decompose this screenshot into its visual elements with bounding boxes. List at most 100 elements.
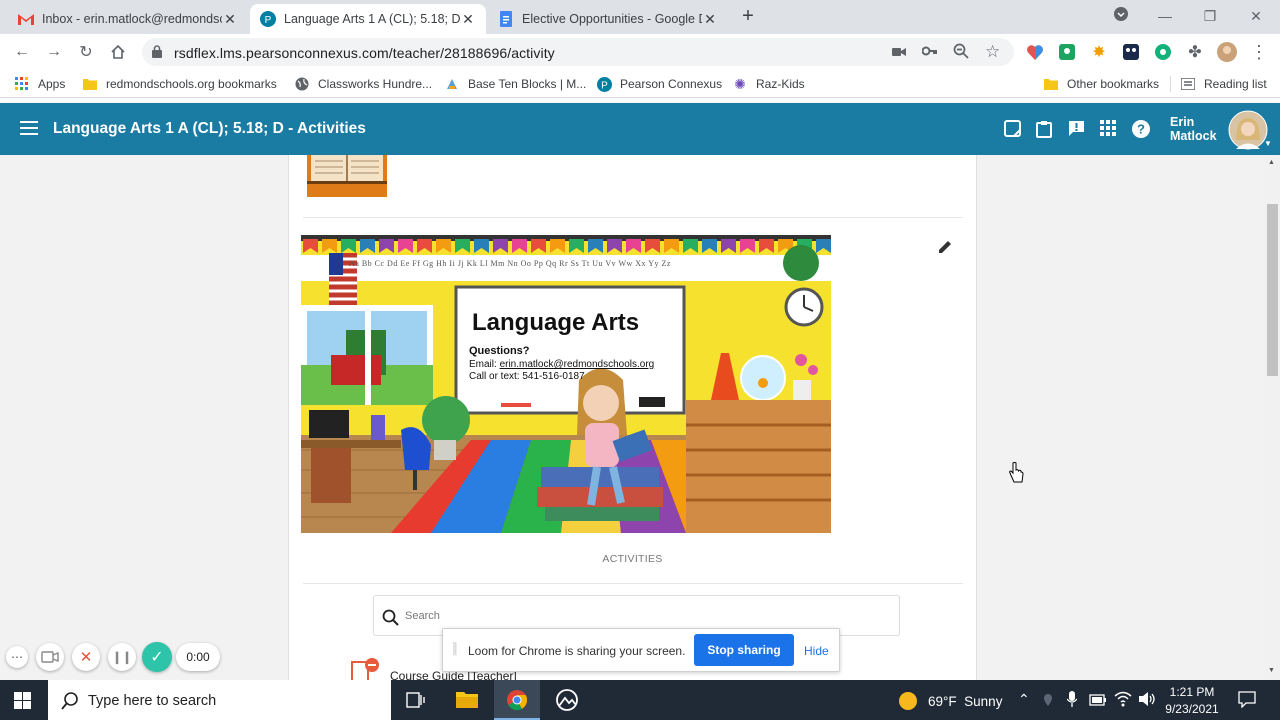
close-tab-icon[interactable]: ✕ <box>702 11 718 28</box>
bookmark-label: Pearson Connexus <box>620 77 723 91</box>
bookmark-raz-kids[interactable]: ✺ Raz-Kids <box>732 76 805 92</box>
chevron-down-icon[interactable]: ▼ <box>1264 139 1272 148</box>
taskbar-search-input[interactable]: Type here to search <box>48 680 391 720</box>
new-tab-button[interactable]: + <box>738 6 758 26</box>
edit-pencil-icon[interactable] <box>937 239 953 260</box>
extension-classroom-icon[interactable] <box>1057 42 1077 62</box>
notifications-icon[interactable] <box>1238 691 1256 713</box>
gmail-icon <box>18 11 34 27</box>
divider <box>303 217 963 218</box>
microphone-icon[interactable] <box>1066 691 1078 712</box>
minimize-button[interactable]: — <box>1155 6 1175 26</box>
extension-party-icon[interactable]: ✸ <box>1089 42 1109 62</box>
course-card: Aa Bb Cc Dd Ee Ff Gg Hh Ii Jj Kk Ll Mm N… <box>288 155 977 680</box>
help-icon[interactable]: ? <box>1132 120 1150 138</box>
close-tab-icon[interactable]: ✕ <box>460 11 476 28</box>
bookmark-label: redmondschools.org bookmarks <box>106 77 277 91</box>
divider <box>303 583 963 584</box>
apps-grid-icon <box>14 76 30 92</box>
bookmark-base-ten-blocks[interactable]: Base Ten Blocks | M... <box>444 76 586 92</box>
extension-chat-icon[interactable] <box>1153 42 1173 62</box>
stop-sharing-button[interactable]: Stop sharing <box>694 634 794 666</box>
chrome-menu-icon[interactable]: ⋮ <box>1249 42 1269 62</box>
zoom-icon[interactable] <box>953 43 969 64</box>
windows-taskbar: Type here to search 69°F Sunny ⌃ 1:21 PM… <box>0 680 1280 720</box>
loom-finish-button[interactable]: ✓ <box>142 642 172 672</box>
page-scrollbar[interactable]: ▲ ▼ <box>1265 155 1280 680</box>
chrome-icon <box>507 690 527 710</box>
loom-delete-button[interactable]: ✕ <box>72 643 100 671</box>
email-label: Email: <box>469 359 500 370</box>
hand-cursor-icon <box>1008 462 1024 489</box>
scroll-up-arrow-icon[interactable]: ▲ <box>1268 159 1275 166</box>
reading-list-icon <box>1180 76 1196 92</box>
user-last-name: Matlock <box>1170 129 1217 143</box>
svg-text:P: P <box>601 80 608 91</box>
wifi-icon[interactable] <box>1114 691 1132 712</box>
user-name[interactable]: Erin Matlock <box>1170 115 1217 143</box>
chrome-taskbar-button[interactable] <box>494 680 540 720</box>
forward-icon[interactable]: → <box>44 42 64 62</box>
search-icon <box>382 609 400 632</box>
bookmarks-bar: Apps redmondschools.org bookmarks Classw… <box>0 70 1280 98</box>
extensions-puzzle-icon[interactable]: ✤ <box>1185 42 1205 62</box>
camera-icon[interactable] <box>892 45 906 63</box>
profile-avatar[interactable] <box>1217 42 1237 62</box>
notes-icon[interactable] <box>1004 120 1022 138</box>
home-icon[interactable] <box>108 42 128 62</box>
screen-share-bar: ║ Loom for Chrome is sharing your screen… <box>442 628 840 672</box>
bookmark-redmondschools[interactable]: redmondschools.org bookmarks <box>82 76 277 92</box>
tab-language-arts[interactable]: P Language Arts 1 A (CL); 5.18; D - ✕ <box>250 4 486 34</box>
hamburger-menu-icon[interactable] <box>20 121 38 140</box>
photos-app-icon[interactable] <box>555 689 579 716</box>
reload-icon[interactable]: ↻ <box>76 42 96 62</box>
volume-icon[interactable] <box>1138 691 1156 712</box>
tab-inbox[interactable]: Inbox - erin.matlock@redmondsc ✕ <box>8 4 248 34</box>
scrollbar-thumb[interactable] <box>1267 204 1278 376</box>
show-hidden-icons-icon[interactable]: ⌃ <box>1018 691 1030 708</box>
extension-figures-icon[interactable] <box>1121 42 1141 62</box>
close-window-button[interactable]: ✕ <box>1246 6 1266 26</box>
google-docs-icon <box>498 11 514 27</box>
banner-email: Email: erin.matlock@redmondschools.org <box>469 359 654 370</box>
weather-sun-icon[interactable] <box>898 691 918 716</box>
windows-start-icon[interactable] <box>14 692 31 714</box>
folder-icon <box>1043 76 1059 92</box>
scroll-down-arrow-icon[interactable]: ▼ <box>1268 667 1275 674</box>
loom-camera-button[interactable] <box>36 643 64 671</box>
bookmark-other[interactable]: Other bookmarks <box>1043 76 1159 92</box>
key-icon[interactable] <box>921 44 938 63</box>
camera-off-icon <box>36 651 64 663</box>
bookmark-star-icon[interactable]: ☆ <box>985 42 1000 62</box>
lock-icon <box>152 45 162 63</box>
back-icon[interactable]: ← <box>12 42 32 62</box>
battery-icon[interactable] <box>1089 693 1107 711</box>
banner-phone: Call or text: 541-516-0187 <box>469 371 585 382</box>
loom-more-button[interactable]: ⋯ <box>6 646 28 668</box>
drag-handle-icon[interactable]: ║ <box>451 643 459 655</box>
email-link[interactable]: erin.matlock@redmondschools.org <box>500 359 655 370</box>
feedback-icon[interactable] <box>1068 120 1086 138</box>
bookmark-label: Classworks Hundre... <box>318 77 433 91</box>
task-view-icon[interactable] <box>406 691 426 714</box>
address-bar[interactable]: rsdflex.lms.pearsonconnexus.com/teacher/… <box>142 38 1014 66</box>
close-tab-icon[interactable]: ✕ <box>222 11 238 28</box>
bookmark-apps[interactable]: Apps <box>14 76 65 92</box>
extension-heart-icon[interactable] <box>1025 42 1045 62</box>
bookmark-pearson-connexus[interactable]: P Pearson Connexus <box>596 76 722 92</box>
loom-pause-button[interactable]: ❙❙ <box>108 643 136 671</box>
tab-search-icon[interactable] <box>1111 6 1131 26</box>
clipboard-icon[interactable] <box>1036 120 1054 138</box>
reading-list-button[interactable]: Reading list <box>1180 76 1267 92</box>
alphabet-strip: Aa Bb Cc Dd Ee Ff Gg Hh Ii Jj Kk Ll Mm N… <box>349 259 671 268</box>
avatar[interactable] <box>1228 110 1268 155</box>
weather-text[interactable]: 69°F Sunny <box>928 694 1002 709</box>
file-explorer-icon[interactable] <box>456 690 478 713</box>
taskbar-search-placeholder: Type here to search <box>88 693 217 709</box>
restore-button[interactable]: ❐ <box>1200 6 1220 26</box>
tab-elective-opportunities[interactable]: Elective Opportunities - Google D ✕ <box>488 4 728 34</box>
hide-button[interactable]: Hide <box>804 644 829 658</box>
taskbar-clock[interactable]: 1:21 PM 9/23/2021 <box>1160 684 1224 718</box>
apps-grid-icon[interactable] <box>1100 120 1118 138</box>
bookmark-classworks[interactable]: Classworks Hundre... <box>294 76 432 92</box>
